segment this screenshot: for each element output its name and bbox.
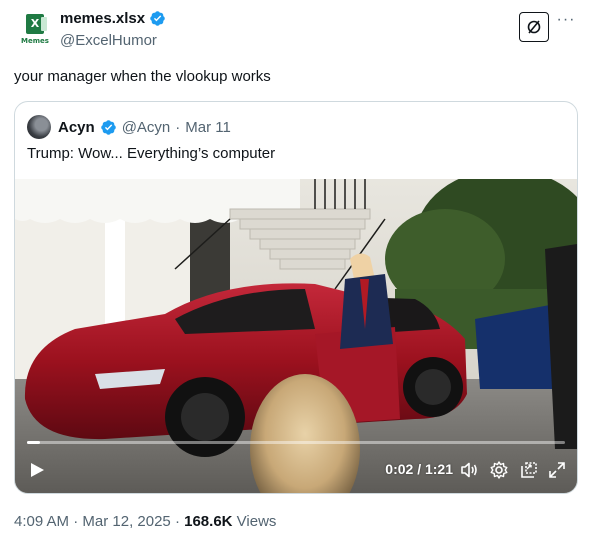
tweet-header: X Memes memes.xlsx @ExcelHumor ··· xyxy=(14,8,577,52)
author-handle[interactable]: @ExcelHumor xyxy=(60,32,157,49)
video-frame xyxy=(15,179,577,493)
settings-gear-icon[interactable] xyxy=(489,460,509,480)
separator-dot: · xyxy=(174,513,180,530)
video-player[interactable]: 0:02 / 1:21 xyxy=(15,179,577,493)
author-display-name[interactable]: memes.xlsx xyxy=(60,10,145,27)
verified-badge-icon xyxy=(100,119,116,135)
picture-in-picture-icon[interactable] xyxy=(519,460,539,480)
quoted-author-handle[interactable]: @Acyn xyxy=(122,119,171,136)
quoted-tweet-header: Acyn @Acyn · Mar 11 xyxy=(27,115,231,139)
more-options-icon[interactable]: ··· xyxy=(555,12,577,34)
avatar-label: Memes xyxy=(21,37,49,45)
views-label: Views xyxy=(236,513,277,530)
video-progress-bar[interactable] xyxy=(27,441,565,444)
quoted-tweet-card[interactable]: Acyn @Acyn · Mar 11 Trump: Wow... Everyt… xyxy=(14,101,578,494)
tweet-text: your manager when the vlookup works xyxy=(14,68,271,85)
author-name-row: memes.xlsx xyxy=(60,10,166,27)
separator-dot: · xyxy=(73,513,79,530)
video-progress-fill xyxy=(27,441,41,444)
excel-logo-icon: X xyxy=(26,14,47,34)
fullscreen-icon[interactable] xyxy=(547,460,567,480)
grok-button[interactable] xyxy=(519,12,549,42)
views-count[interactable]: 168.6K xyxy=(184,513,232,530)
quoted-tweet-text: Trump: Wow... Everything’s computer xyxy=(27,145,276,162)
quoted-author-avatar[interactable] xyxy=(27,115,51,139)
video-time: 0:02 / 1:21 xyxy=(385,461,453,477)
play-icon[interactable] xyxy=(29,462,45,478)
separator-dot: · xyxy=(175,118,181,136)
grok-icon xyxy=(527,20,541,34)
quoted-tweet-date[interactable]: Mar 11 xyxy=(185,119,231,136)
volume-icon[interactable] xyxy=(459,460,479,480)
quoted-author-name[interactable]: Acyn xyxy=(58,119,95,136)
avatar[interactable]: X Memes xyxy=(20,12,50,48)
tweet-date[interactable]: Mar 12, 2025 xyxy=(82,513,170,530)
tweet-time[interactable]: 4:09 AM xyxy=(14,513,69,530)
verified-badge-icon xyxy=(150,11,165,26)
video-controls: 0:02 / 1:21 xyxy=(15,455,577,485)
tweet-meta: 4:09 AM · Mar 12, 2025 · 168.6K Views xyxy=(14,513,276,530)
